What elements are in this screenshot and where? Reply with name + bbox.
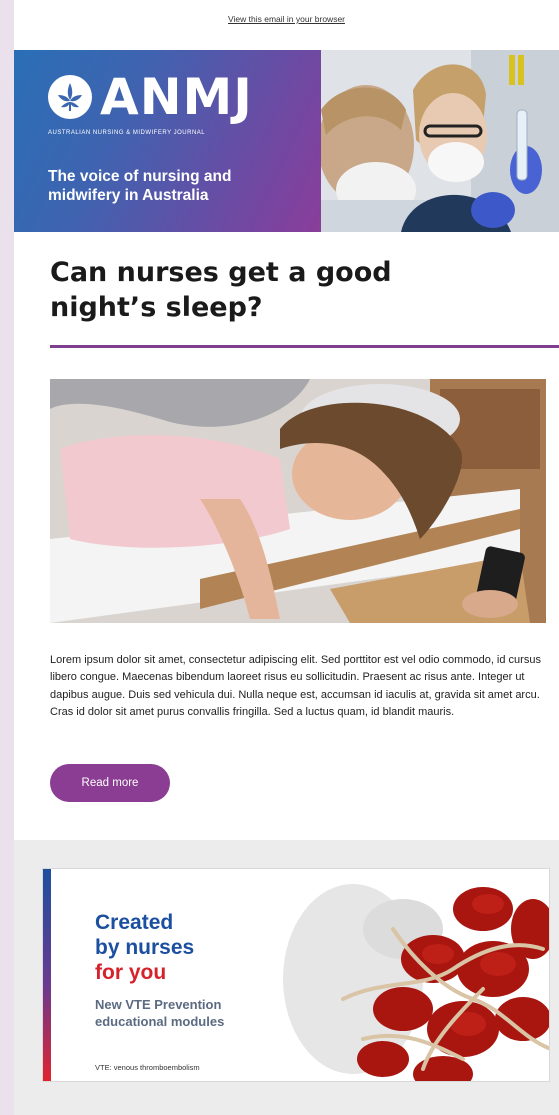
title-divider	[50, 345, 559, 348]
anmj-emblem-icon	[48, 75, 92, 119]
ad-headline-line3: for you	[95, 961, 167, 984]
ad-footnote: VTE: venous thromboembolism	[95, 1063, 200, 1072]
brand-panel: ANMJ AUSTRALIAN NURSING & MIDWIFERY JOUR…	[14, 50, 321, 232]
vte-ad-banner[interactable]: Created by nurses for you New VTE Preven…	[42, 868, 550, 1082]
logo: ANMJ	[46, 72, 253, 122]
sleeping-nurse-illustration	[50, 379, 546, 623]
article-image[interactable]	[50, 379, 546, 623]
article-body: Lorem ipsum dolor sit amet, consectetur …	[50, 654, 541, 719]
logo-text: ANMJ	[100, 68, 253, 126]
nurses-photo-illustration	[321, 50, 559, 232]
blood-clot-illustration	[283, 884, 549, 1081]
ad-headline-line1: Created	[95, 911, 174, 934]
tagline: The voice of nursing and midwifery in Au…	[48, 168, 232, 204]
read-more-button[interactable]: Read more	[50, 764, 170, 802]
article-title: Can nurses get a good night’s sleep?	[50, 257, 392, 324]
header-banner[interactable]: ANMJ AUSTRALIAN NURSING & MIDWIFERY JOUR…	[14, 50, 559, 232]
ad-color-stripe	[43, 869, 51, 1081]
journal-name: AUSTRALIAN NURSING & MIDWIFERY JOURNAL	[48, 130, 206, 136]
header-photo	[321, 50, 559, 232]
ad-subtitle: New VTE Prevention educational modules	[95, 997, 225, 1029]
email-body: View this email in your browser ANMJ AUS…	[14, 0, 559, 1115]
ad-headline-line2: by nurses	[95, 936, 195, 959]
view-in-browser-link[interactable]: View this email in your browser	[14, 14, 559, 24]
